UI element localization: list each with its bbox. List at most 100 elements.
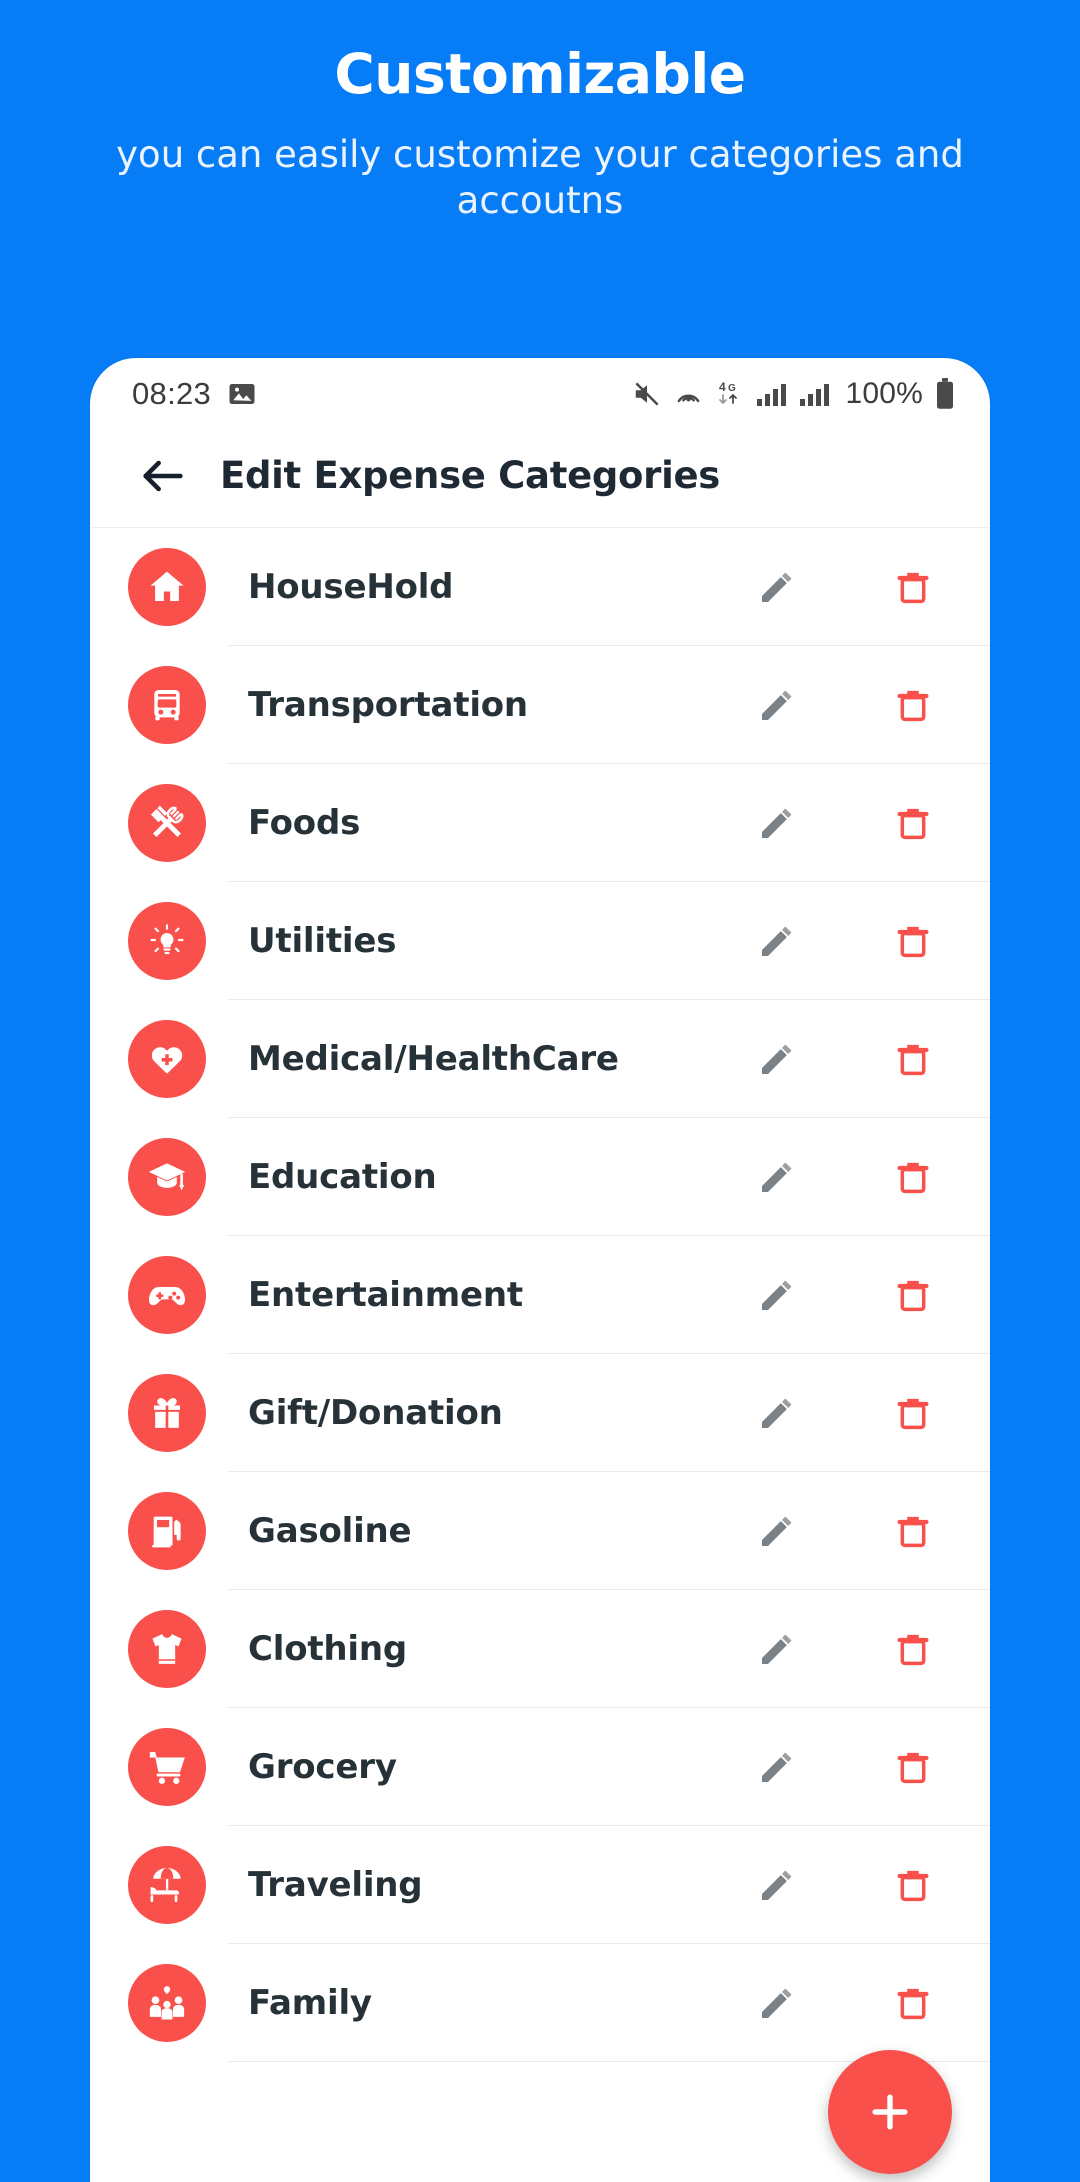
arrow-left-icon bbox=[137, 450, 189, 502]
table-row[interactable]: HouseHold bbox=[90, 528, 990, 646]
edit-button[interactable] bbox=[734, 1016, 820, 1102]
delete-button[interactable] bbox=[870, 1134, 956, 1220]
delete-button[interactable] bbox=[870, 1724, 956, 1810]
graduation-cap-icon bbox=[146, 1156, 188, 1198]
battery-full-icon bbox=[934, 378, 956, 410]
hotspot-icon bbox=[673, 379, 704, 410]
back-button[interactable] bbox=[128, 441, 198, 511]
trash-icon bbox=[893, 1747, 933, 1787]
table-row[interactable]: Family bbox=[90, 1944, 990, 2062]
category-avatar bbox=[128, 1374, 206, 1452]
delete-button[interactable] bbox=[870, 1252, 956, 1338]
image-icon bbox=[227, 379, 257, 409]
delete-button[interactable] bbox=[870, 1606, 956, 1692]
edit-button[interactable] bbox=[734, 1606, 820, 1692]
svg-text:4: 4 bbox=[719, 380, 726, 394]
edit-button[interactable] bbox=[734, 1724, 820, 1810]
category-avatar bbox=[128, 666, 206, 744]
shopping-cart-icon bbox=[146, 1746, 188, 1788]
delete-button[interactable] bbox=[870, 1016, 956, 1102]
pencil-icon bbox=[757, 1275, 797, 1315]
category-avatar bbox=[128, 1138, 206, 1216]
category-avatar bbox=[128, 1964, 206, 2042]
pencil-icon bbox=[757, 1983, 797, 2023]
trash-icon bbox=[893, 1157, 933, 1197]
trash-icon bbox=[893, 1629, 933, 1669]
delete-button[interactable] bbox=[870, 898, 956, 984]
lightbulb-icon bbox=[147, 921, 187, 961]
gift-icon bbox=[147, 1393, 187, 1433]
category-list: HouseHold Transportation Foods Utilities… bbox=[90, 528, 990, 2062]
category-avatar bbox=[128, 548, 206, 626]
table-row[interactable]: Medical/HealthCare bbox=[90, 1000, 990, 1118]
delete-button[interactable] bbox=[870, 544, 956, 630]
edit-button[interactable] bbox=[734, 1960, 820, 2046]
edit-button[interactable] bbox=[734, 1488, 820, 1574]
table-row[interactable]: Gasoline bbox=[90, 1472, 990, 1590]
status-bar-right: 4 G 100% bbox=[632, 377, 956, 411]
table-row[interactable]: Utilities bbox=[90, 882, 990, 1000]
status-time: 08:23 bbox=[132, 376, 212, 411]
table-row[interactable]: Gift/Donation bbox=[90, 1354, 990, 1472]
table-row[interactable]: Education bbox=[90, 1118, 990, 1236]
delete-button[interactable] bbox=[870, 1488, 956, 1574]
delete-button[interactable] bbox=[870, 780, 956, 866]
promo-subtitle: you can easily customize your categories… bbox=[116, 133, 964, 223]
edit-button[interactable] bbox=[734, 780, 820, 866]
edit-button[interactable] bbox=[734, 544, 820, 630]
phone-screen: 08:23 4 G 100% Edit Expense Categories H… bbox=[90, 358, 990, 2182]
pencil-icon bbox=[757, 803, 797, 843]
delete-button[interactable] bbox=[870, 1960, 956, 2046]
pencil-icon bbox=[757, 1865, 797, 1905]
family-icon bbox=[146, 1982, 188, 2024]
plus-icon bbox=[863, 2085, 917, 2139]
category-avatar bbox=[128, 1492, 206, 1570]
trash-icon bbox=[893, 1275, 933, 1315]
table-row[interactable]: Foods bbox=[90, 764, 990, 882]
promo-banner: Customizable you can easily customize yo… bbox=[0, 0, 1080, 348]
category-label: Entertainment bbox=[248, 1275, 523, 1315]
gamepad-icon bbox=[146, 1274, 188, 1316]
trash-icon bbox=[893, 803, 933, 843]
table-row[interactable]: Transportation bbox=[90, 646, 990, 764]
pencil-icon bbox=[757, 1747, 797, 1787]
trash-icon bbox=[893, 567, 933, 607]
pencil-icon bbox=[757, 1629, 797, 1669]
tshirt-icon bbox=[147, 1629, 187, 1669]
pencil-icon bbox=[757, 685, 797, 725]
pencil-icon bbox=[757, 1039, 797, 1079]
battery-percent: 100% bbox=[845, 377, 923, 410]
pencil-icon bbox=[757, 1157, 797, 1197]
pencil-icon bbox=[757, 921, 797, 961]
category-avatar bbox=[128, 1256, 206, 1334]
table-row[interactable]: Grocery bbox=[90, 1708, 990, 1826]
table-row[interactable]: Entertainment bbox=[90, 1236, 990, 1354]
add-category-fab[interactable] bbox=[828, 2050, 952, 2174]
promo-title: Customizable bbox=[334, 42, 746, 106]
category-avatar bbox=[128, 1846, 206, 1924]
table-row[interactable]: Traveling bbox=[90, 1826, 990, 1944]
delete-button[interactable] bbox=[870, 1370, 956, 1456]
trash-icon bbox=[893, 1983, 933, 2023]
delete-button[interactable] bbox=[870, 662, 956, 748]
edit-button[interactable] bbox=[734, 1370, 820, 1456]
cutlery-icon bbox=[146, 802, 188, 844]
trash-icon bbox=[893, 1511, 933, 1551]
gas-pump-icon bbox=[147, 1511, 187, 1551]
page-title: Edit Expense Categories bbox=[220, 454, 721, 497]
edit-button[interactable] bbox=[734, 662, 820, 748]
category-label: Family bbox=[248, 1983, 372, 2023]
edit-button[interactable] bbox=[734, 898, 820, 984]
pencil-icon bbox=[757, 567, 797, 607]
table-row[interactable]: Clothing bbox=[90, 1590, 990, 1708]
category-label: Clothing bbox=[248, 1629, 408, 1669]
category-avatar bbox=[128, 784, 206, 862]
edit-button[interactable] bbox=[734, 1842, 820, 1928]
edit-button[interactable] bbox=[734, 1252, 820, 1338]
home-icon bbox=[146, 566, 188, 608]
pencil-icon bbox=[757, 1393, 797, 1433]
bus-icon bbox=[147, 685, 187, 725]
edit-button[interactable] bbox=[734, 1134, 820, 1220]
app-bar: Edit Expense Categories bbox=[90, 424, 990, 528]
delete-button[interactable] bbox=[870, 1842, 956, 1928]
